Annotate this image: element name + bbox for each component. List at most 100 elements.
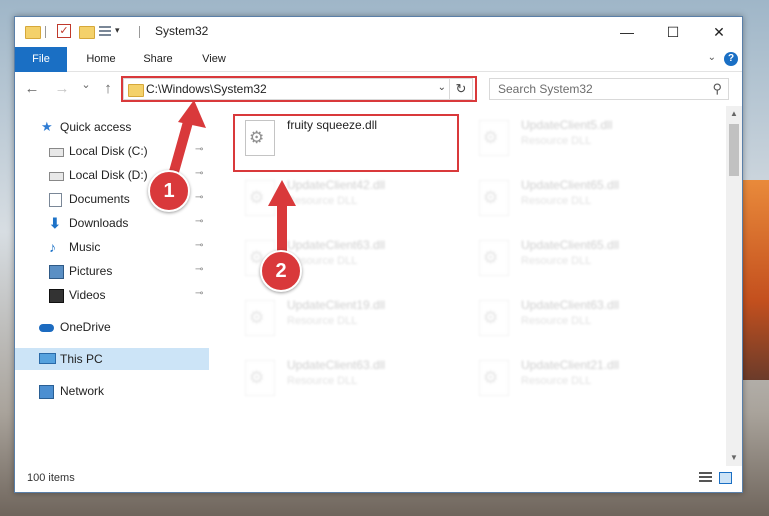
tab-home[interactable]: Home xyxy=(77,47,125,71)
large-icons-view-icon[interactable] xyxy=(719,472,732,484)
documents-icon xyxy=(49,193,62,207)
network-icon xyxy=(39,385,54,399)
tab-view[interactable]: View xyxy=(191,47,237,71)
file-name: UpdateClient63.dll xyxy=(287,238,386,252)
sidebar-item-label: Local Disk (C:) xyxy=(69,144,148,158)
navigation-pane: ★ Quick access Local Disk (C:) ⊸ Local D… xyxy=(15,106,209,466)
status-bar: 100 items xyxy=(15,466,742,492)
details-view-icon[interactable] xyxy=(699,472,712,484)
gear-icon: ⚙ xyxy=(483,368,499,387)
gear-icon: ⚙ xyxy=(249,368,265,387)
maximize-button[interactable]: ☐ xyxy=(650,17,696,47)
file-name: UpdateClient5.dll xyxy=(521,118,613,132)
cloud-icon xyxy=(39,324,54,332)
pin-icon: ⊸ xyxy=(195,144,204,155)
gear-icon: ⚙ xyxy=(483,188,499,207)
recent-locations-dropdown[interactable]: ⌄ xyxy=(77,78,95,91)
folder-icon xyxy=(25,26,41,39)
navigation-bar: ← → ⌄ ↑ C:\Windows\System32 ⌄ ↻ Search S… xyxy=(15,72,742,106)
sidebar-item-pictures[interactable]: Pictures ⊸ xyxy=(15,260,209,282)
sidebar-item-onedrive[interactable]: OneDrive xyxy=(15,316,209,338)
up-button[interactable]: ↑ xyxy=(99,80,117,97)
tab-share[interactable]: Share xyxy=(135,47,181,71)
sidebar-item-local-disk-c[interactable]: Local Disk (C:) ⊸ xyxy=(15,140,209,162)
file-name: UpdateClient65.dll xyxy=(521,238,620,252)
file-name: UpdateClient19.dll xyxy=(287,298,386,312)
customize-toolbar-dropdown-icon[interactable]: ▾ xyxy=(115,25,120,41)
gear-icon: ⚙ xyxy=(483,248,499,267)
file-item[interactable]: ⚙ UpdateClient21.dll Resource DLL xyxy=(471,354,696,402)
pictures-icon xyxy=(49,265,64,279)
pin-icon: ⊸ xyxy=(195,216,204,227)
help-icon[interactable]: ? xyxy=(724,52,738,66)
sidebar-item-label: Documents xyxy=(69,192,130,206)
title-bar: ✓ ▾ System32 — ☐ ✕ xyxy=(15,17,742,47)
computer-icon xyxy=(39,353,56,364)
file-item[interactable]: ⚙ UpdateClient63.dll Resource DLL xyxy=(237,354,462,402)
pin-icon: ⊸ xyxy=(195,264,204,275)
file-type: Resource DLL xyxy=(287,315,358,327)
pin-icon: ⊸ xyxy=(195,168,204,179)
file-type: Resource DLL xyxy=(521,315,592,327)
scrollbar-thumb[interactable] xyxy=(729,124,739,176)
forward-button[interactable]: → xyxy=(53,80,71,97)
sidebar-item-music[interactable]: ♪ Music ⊸ xyxy=(15,236,209,258)
search-placeholder: Search System32 xyxy=(498,82,593,96)
ribbon-tabs: File Home Share View ⌄ ? xyxy=(15,47,742,95)
sidebar-item-label: Local Disk (D:) xyxy=(69,168,148,182)
file-type: Resource DLL xyxy=(521,255,592,267)
sidebar-item-quick-access[interactable]: ★ Quick access xyxy=(15,116,209,138)
sidebar-item-label: Quick access xyxy=(60,120,132,134)
address-highlight-box xyxy=(121,76,477,102)
back-button[interactable]: ← xyxy=(23,80,41,97)
sidebar-item-label: Downloads xyxy=(69,216,129,230)
separator xyxy=(45,26,46,38)
properties-icon[interactable] xyxy=(99,26,111,38)
step-badge-2: 2 xyxy=(260,250,302,292)
sidebar-item-label: This PC xyxy=(60,352,103,366)
vertical-scrollbar[interactable]: ▲ ▼ xyxy=(726,106,742,466)
file-item[interactable]: ⚙ UpdateClient19.dll Resource DLL xyxy=(237,294,462,342)
file-highlight-box xyxy=(233,114,459,172)
sidebar-item-network[interactable]: Network xyxy=(15,380,209,402)
step-badge-1: 1 xyxy=(148,170,190,212)
sidebar-item-label: Videos xyxy=(69,288,106,302)
file-item[interactable]: ⚙ UpdateClient42.dll Resource DLL xyxy=(237,174,462,222)
file-name: UpdateClient42.dll xyxy=(287,178,386,192)
file-item[interactable]: ⚙ UpdateClient65.dll Resource DLL xyxy=(471,174,696,222)
music-icon: ♪ xyxy=(49,239,56,255)
scroll-up-icon[interactable]: ▲ xyxy=(726,106,742,122)
file-item[interactable]: ⚙ UpdateClient65.dll Resource DLL xyxy=(471,234,696,282)
file-name: UpdateClient21.dll xyxy=(521,358,620,372)
file-item[interactable]: ⚙ UpdateClient5.dll Resource DLL xyxy=(471,114,696,162)
drive-icon xyxy=(49,148,64,157)
drive-icon xyxy=(49,172,64,181)
file-name: UpdateClient63.dll xyxy=(521,298,620,312)
scroll-down-icon[interactable]: ▼ xyxy=(726,450,742,466)
expand-ribbon-icon[interactable]: ⌄ xyxy=(708,52,716,63)
file-type: Resource DLL xyxy=(287,375,358,387)
minimize-button[interactable]: — xyxy=(604,17,650,47)
search-icon[interactable]: ⚲ xyxy=(712,81,722,97)
pin-icon: ⊸ xyxy=(195,288,204,299)
gear-icon: ⚙ xyxy=(249,188,265,207)
sidebar-item-label: Pictures xyxy=(69,264,113,278)
sidebar-item-label: Music xyxy=(69,240,101,254)
close-button[interactable]: ✕ xyxy=(696,17,742,47)
search-box[interactable]: Search System32 ⚲ xyxy=(489,78,729,100)
item-count: 100 items xyxy=(27,472,75,484)
sidebar-item-this-pc[interactable]: This PC xyxy=(15,348,209,370)
gear-icon: ⚙ xyxy=(483,308,499,327)
file-name: UpdateClient65.dll xyxy=(521,178,620,192)
new-folder-icon[interactable] xyxy=(79,26,95,39)
sidebar-item-label: Network xyxy=(60,384,105,398)
sidebar-item-videos[interactable]: Videos ⊸ xyxy=(15,284,209,306)
file-type: Resource DLL xyxy=(521,135,592,147)
download-icon: ⬇ xyxy=(49,215,61,231)
properties-check-icon[interactable]: ✓ xyxy=(57,24,71,38)
file-explorer-window: ✓ ▾ System32 — ☐ ✕ File Home Share View … xyxy=(14,16,743,493)
file-item[interactable]: ⚙ UpdateClient63.dll Resource DLL xyxy=(471,294,696,342)
file-type: Resource DLL xyxy=(521,195,592,207)
star-icon: ★ xyxy=(41,119,53,134)
sidebar-item-downloads[interactable]: ⬇ Downloads ⊸ xyxy=(15,212,209,234)
